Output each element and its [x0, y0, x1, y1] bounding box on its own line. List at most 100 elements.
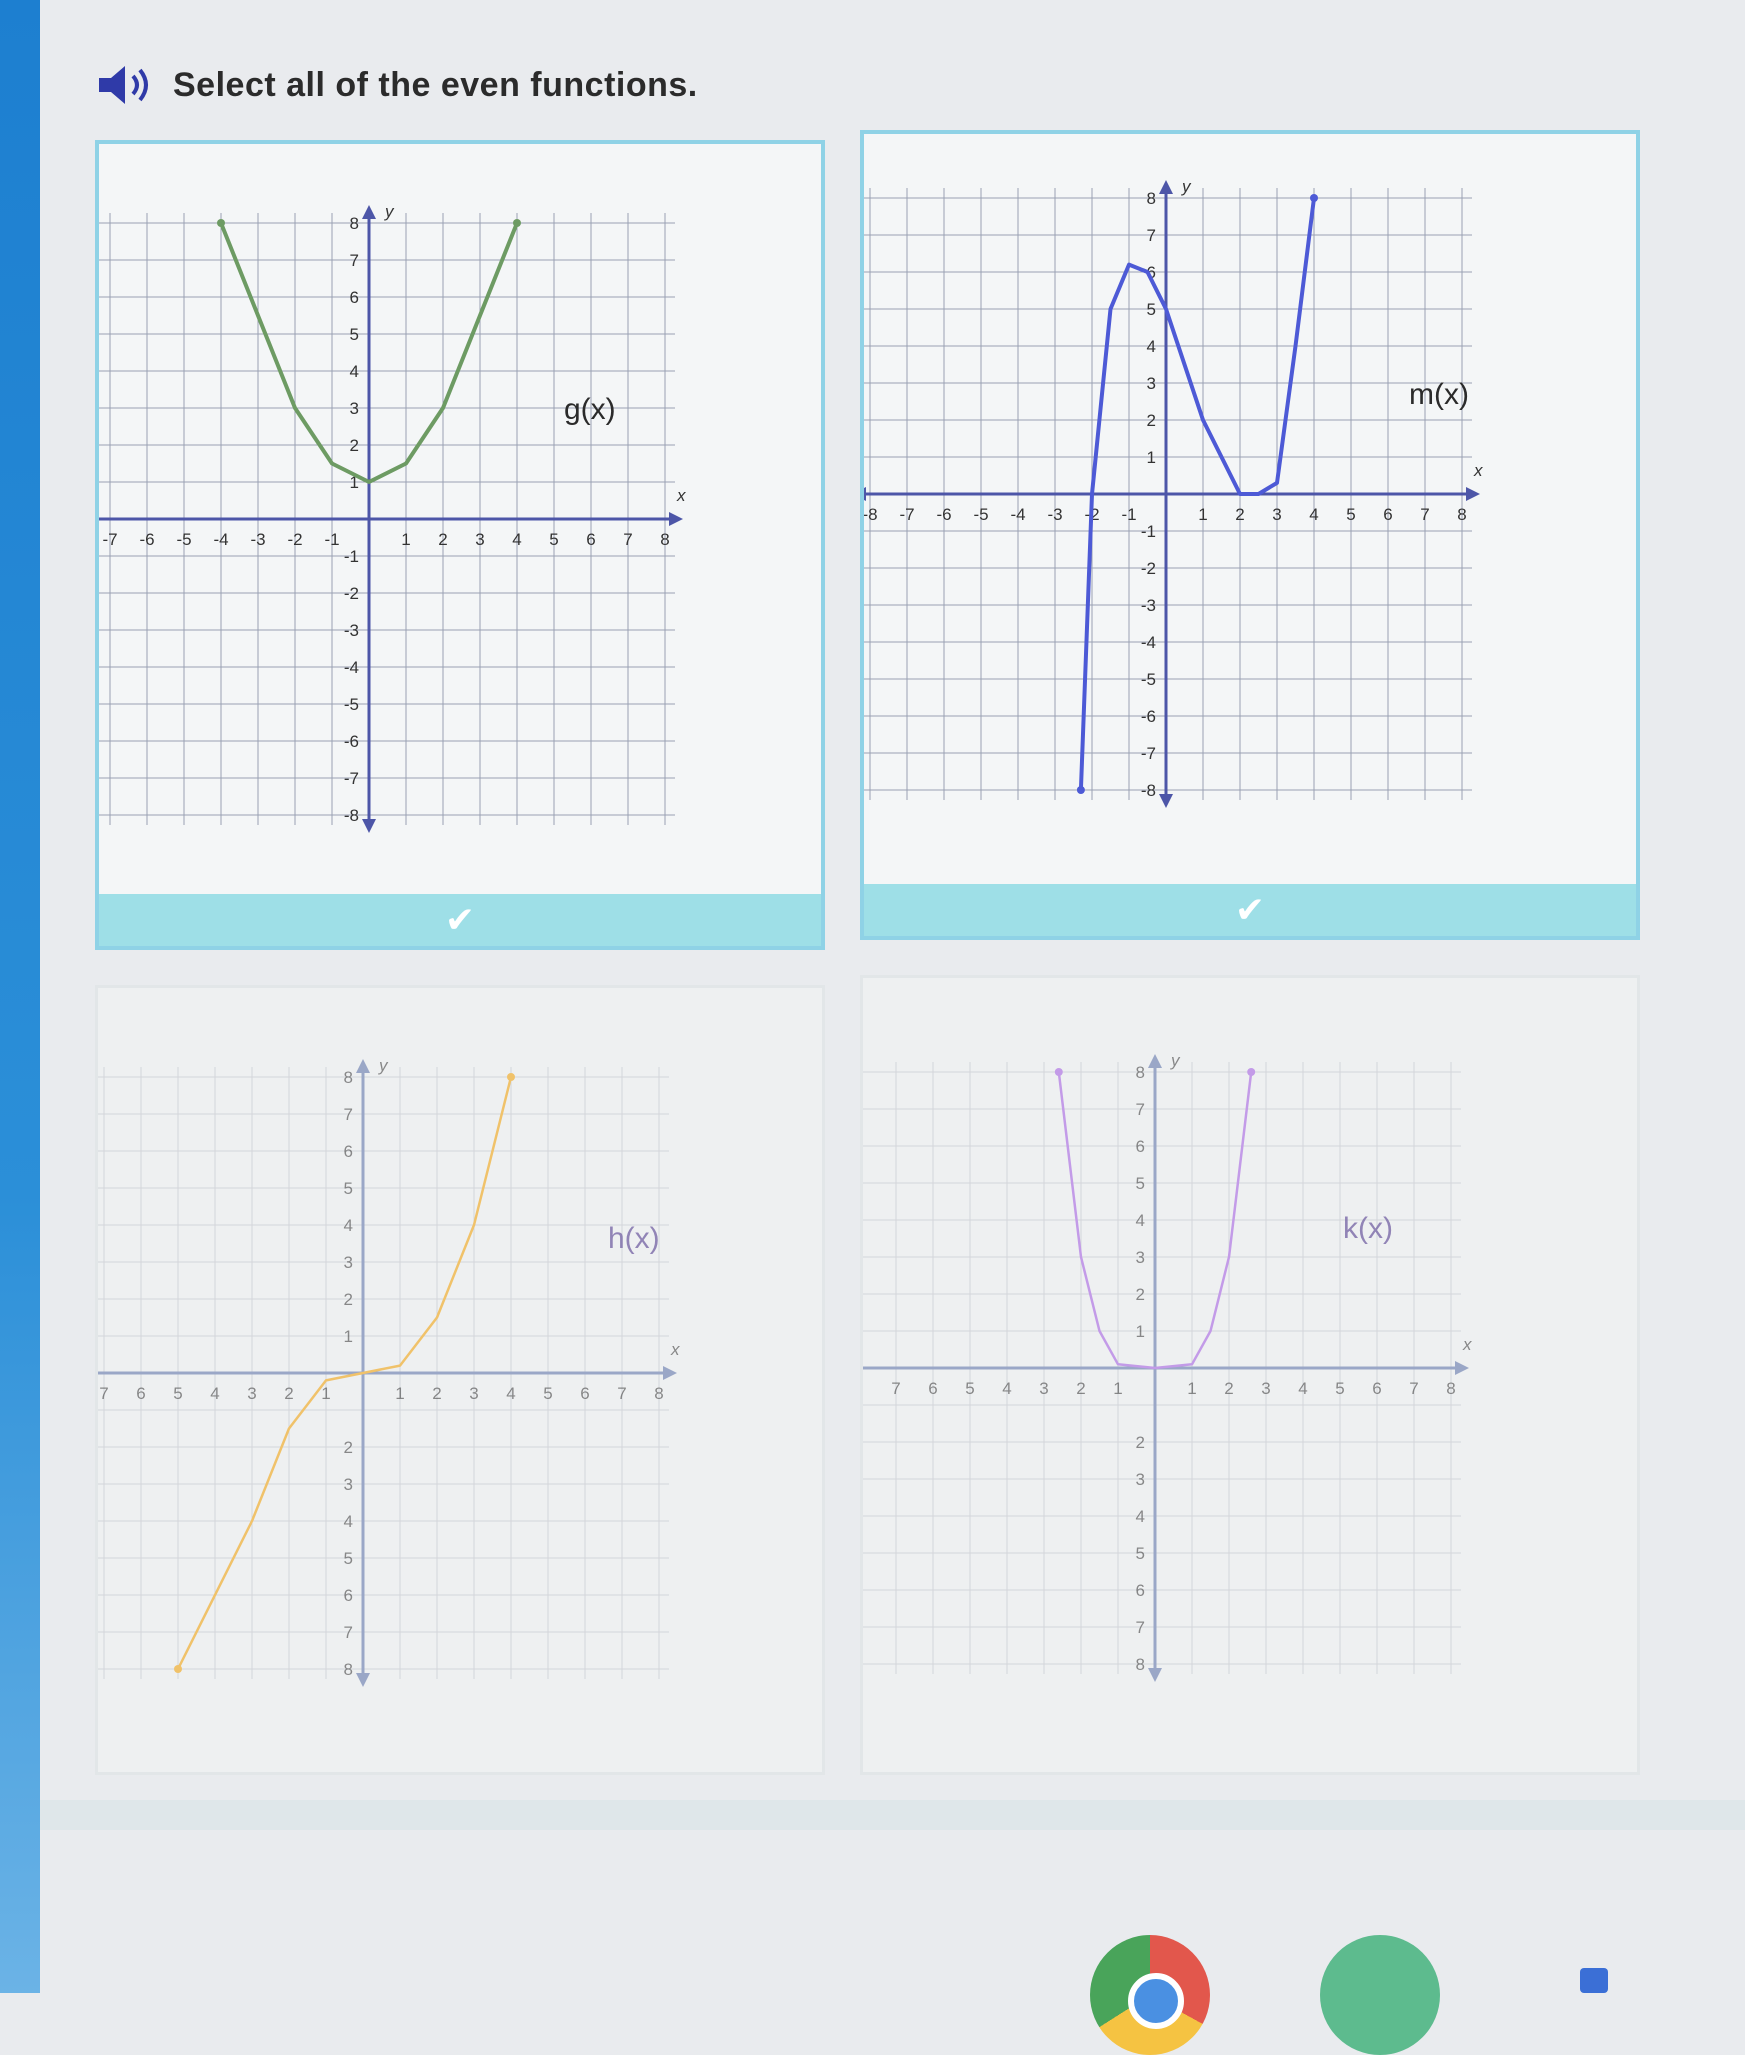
x-tick-label: 5	[173, 1384, 182, 1403]
x-tick-label: 8	[863, 1379, 864, 1398]
answer-option-h[interactable]: 8765432112345678876543212345678xyh(x)	[95, 985, 825, 1775]
x-tick-label: 6	[1383, 505, 1392, 524]
y-tick-label: 3	[350, 399, 359, 418]
function-label: h(x)	[608, 1222, 660, 1255]
x-tick-label: 6	[1372, 1379, 1381, 1398]
x-tick-label: -2	[287, 530, 302, 549]
y-tick-label: 6	[344, 1142, 353, 1161]
speaker-icon[interactable]	[95, 62, 155, 108]
x-tick-label: 7	[617, 1384, 626, 1403]
y-axis-arrow-down	[1159, 794, 1173, 808]
x-tick-label: 7	[99, 1384, 108, 1403]
x-tick-label: 3	[247, 1384, 256, 1403]
files-icon[interactable]	[1580, 1968, 1608, 1993]
y-tick-label: -4	[1141, 633, 1156, 652]
y-tick-label: 4	[344, 1512, 353, 1531]
x-tick-label: -5	[176, 530, 191, 549]
y-tick-label: 7	[350, 251, 359, 270]
y-tick-label: 1	[1136, 1322, 1145, 1341]
x-tick-label: 4	[512, 530, 521, 549]
y-tick-label: 7	[344, 1623, 353, 1642]
x-tick-label: 1	[1198, 505, 1207, 524]
y-axis-arrow-down	[356, 1673, 370, 1687]
x-tick-label: 8	[654, 1384, 663, 1403]
x-tick-label: 6	[928, 1379, 937, 1398]
curve-endpoint	[174, 1665, 182, 1673]
x-tick-label: -7	[899, 505, 914, 524]
y-tick-label: 8	[344, 1660, 353, 1679]
y-tick-label: 5	[350, 325, 359, 344]
x-tick-label: -7	[102, 530, 117, 549]
x-axis-arrow-right	[663, 1366, 677, 1380]
y-axis-label: y	[1181, 177, 1192, 196]
x-tick-label: 4	[1309, 505, 1318, 524]
y-tick-label: 4	[344, 1216, 353, 1235]
y-tick-label: 2	[344, 1290, 353, 1309]
x-tick-label: 2	[438, 530, 447, 549]
graph-g: -8-7-6-5-4-3-2-11234567887654321-1-2-3-4…	[99, 202, 686, 833]
chrome-icon[interactable]	[1090, 1935, 1210, 2055]
answer-option-m[interactable]: -8-7-6-5-4-3-2-11234567887654321-1-2-3-4…	[860, 130, 1640, 940]
selected-check-bar: ✔	[864, 884, 1636, 936]
x-tick-label: 1	[401, 530, 410, 549]
y-tick-label: 8	[1147, 189, 1156, 208]
graph-h: 8765432112345678876543212345678xyh(x)	[98, 1056, 680, 1687]
y-tick-label: 2	[1136, 1285, 1145, 1304]
y-tick-label: -5	[1141, 670, 1156, 689]
y-tick-label: -8	[344, 806, 359, 825]
x-tick-label: 8	[1446, 1379, 1455, 1398]
x-tick-label: 3	[469, 1384, 478, 1403]
x-tick-label: 4	[506, 1384, 515, 1403]
x-axis-arrow-right	[1466, 487, 1480, 501]
y-tick-label: -6	[344, 732, 359, 751]
x-tick-label: 8	[660, 530, 669, 549]
y-axis-arrow-up	[362, 205, 376, 219]
x-tick-label: -4	[213, 530, 228, 549]
y-tick-label: 2	[1136, 1433, 1145, 1452]
graph-m: -8-7-6-5-4-3-2-11234567887654321-1-2-3-4…	[864, 177, 1483, 808]
y-tick-label: -4	[344, 658, 359, 677]
x-tick-label: 3	[1261, 1379, 1270, 1398]
x-axis-arrow-right	[1455, 1361, 1469, 1375]
answer-option-g[interactable]: -8-7-6-5-4-3-2-11234567887654321-1-2-3-4…	[95, 140, 825, 950]
curve-endpoint	[513, 219, 521, 227]
y-tick-label: 3	[1136, 1470, 1145, 1489]
y-tick-label: -2	[1141, 559, 1156, 578]
curve-endpoint	[1054, 1068, 1063, 1076]
x-tick-label: -6	[139, 530, 154, 549]
y-tick-label: 1	[344, 1327, 353, 1346]
x-tick-label: 5	[1346, 505, 1355, 524]
x-tick-label: 7	[891, 1379, 900, 1398]
x-tick-label: 2	[1076, 1379, 1085, 1398]
y-tick-label: 1	[1147, 448, 1156, 467]
selected-check-bar: ✔	[99, 894, 821, 946]
y-tick-label: 7	[1136, 1618, 1145, 1637]
question-header: Select all of the even functions.	[95, 62, 698, 108]
x-tick-label: 5	[549, 530, 558, 549]
check-icon: ✔	[1234, 889, 1266, 930]
y-tick-label: 4	[1147, 337, 1156, 356]
y-axis-arrow-down	[362, 819, 376, 833]
y-tick-label: 4	[1136, 1211, 1145, 1230]
curve-endpoint	[1076, 786, 1085, 794]
graph-k: 8 7 6 5 4 3 2 1 1 2 3 4 5 6 7 8 8 7 6 5 4 3 2 1 2 3 4 5 6 7 8 x y k(x)	[863, 1051, 1472, 1682]
curve-endpoint	[1247, 1068, 1256, 1076]
y-axis-arrow-up	[1159, 180, 1173, 194]
y-tick-label: 5	[1147, 300, 1156, 319]
function-label: m(x)	[1409, 378, 1469, 411]
y-tick-label: 7	[1136, 1100, 1145, 1119]
answer-option-k[interactable]: 8 7 6 5 4 3 2 1 1 2 3 4 5 6 7 8 8 7 6 5 4 3 2 1 2 3 4 5 6 7 8 x y k(x)	[860, 975, 1640, 1775]
y-tick-label: 3	[344, 1475, 353, 1494]
x-tick-label: 2	[432, 1384, 441, 1403]
x-tick-label: 7	[1420, 505, 1429, 524]
y-axis-label: y	[1170, 1051, 1181, 1070]
y-tick-label: -6	[1141, 707, 1156, 726]
x-tick-label: -4	[1010, 505, 1025, 524]
x-tick-label: -5	[973, 505, 988, 524]
bottom-strip	[40, 1800, 1745, 1830]
x-tick-label: 5	[1335, 1379, 1344, 1398]
x-tick-label: 4	[1002, 1379, 1011, 1398]
x-tick-label: 6	[580, 1384, 589, 1403]
y-tick-label: 7	[344, 1105, 353, 1124]
app-icon[interactable]	[1320, 1935, 1440, 2055]
